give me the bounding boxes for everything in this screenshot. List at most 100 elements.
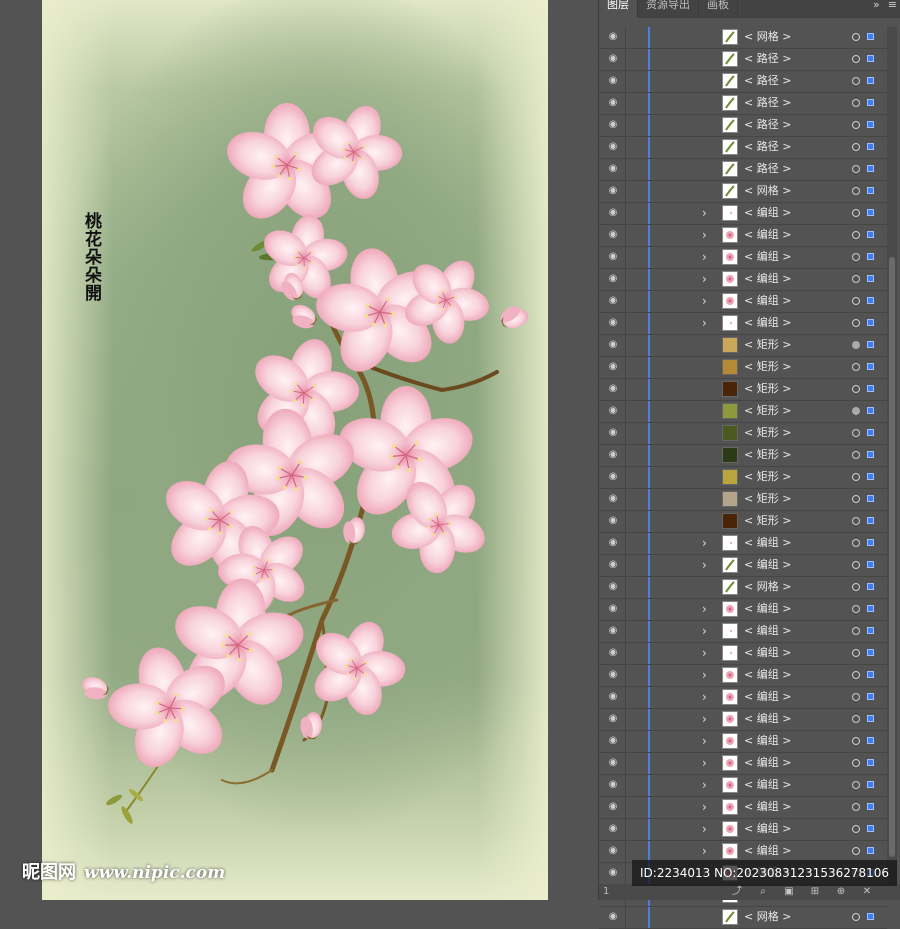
layer-name[interactable]: < 编组 > xyxy=(744,646,791,660)
selection-square-icon[interactable] xyxy=(867,649,874,656)
selection-square-icon[interactable] xyxy=(867,605,874,612)
layer-name[interactable]: < 编组 > xyxy=(744,316,791,330)
layer-name[interactable]: < 矩形 > xyxy=(744,338,791,352)
visibility-eye-icon[interactable]: ◉ xyxy=(607,560,619,570)
chevron-right-icon[interactable]: › xyxy=(702,668,707,682)
layer-row[interactable]: ◉ < 路径 > xyxy=(599,93,887,115)
visibility-eye-icon[interactable]: ◉ xyxy=(607,472,619,482)
chevron-right-icon[interactable]: › xyxy=(702,250,707,264)
visibility-eye-icon[interactable]: ◉ xyxy=(607,318,619,328)
layer-name[interactable]: < 矩形 > xyxy=(744,470,791,484)
layer-row[interactable]: ◉ › < 编组 > xyxy=(599,291,887,313)
layer-name[interactable]: < 编组 > xyxy=(744,734,791,748)
target-circle-icon[interactable] xyxy=(852,495,860,503)
lock-column[interactable] xyxy=(625,335,626,356)
lock-column[interactable] xyxy=(625,467,626,488)
lock-column[interactable] xyxy=(625,643,626,664)
visibility-eye-icon[interactable]: ◉ xyxy=(607,780,619,790)
scrollbar-thumb[interactable] xyxy=(889,257,895,857)
visibility-eye-icon[interactable]: ◉ xyxy=(607,230,619,240)
layer-name[interactable]: < 编组 > xyxy=(744,756,791,770)
selection-square-icon[interactable] xyxy=(867,165,874,172)
layer-name[interactable]: < 矩形 > xyxy=(744,382,791,396)
layer-row[interactable]: ◉ › < 编组 > xyxy=(599,709,887,731)
selection-square-icon[interactable] xyxy=(867,539,874,546)
selection-square-icon[interactable] xyxy=(867,495,874,502)
chevron-right-icon[interactable]: › xyxy=(702,602,707,616)
layer-name[interactable]: < 编组 > xyxy=(744,558,791,572)
layer-row[interactable]: ◉ < 矩形 > xyxy=(599,357,887,379)
lock-column[interactable] xyxy=(625,357,626,378)
lock-column[interactable] xyxy=(625,115,626,136)
layer-name[interactable]: < 编组 > xyxy=(744,822,791,836)
chevron-right-icon[interactable]: › xyxy=(702,646,707,660)
layer-row[interactable]: ◉ < 网格 > xyxy=(599,181,887,203)
target-circle-icon[interactable] xyxy=(852,231,860,239)
layer-row[interactable]: ◉ < 矩形 > xyxy=(599,379,887,401)
visibility-eye-icon[interactable]: ◉ xyxy=(607,714,619,724)
layer-row[interactable]: ◉ < 路径 > xyxy=(599,159,887,181)
target-circle-icon[interactable] xyxy=(852,77,860,85)
layer-row[interactable]: ◉ < 路径 > xyxy=(599,71,887,93)
layer-row[interactable]: ◉ < 矩形 > xyxy=(599,445,887,467)
selection-square-icon[interactable] xyxy=(867,913,874,920)
visibility-eye-icon[interactable]: ◉ xyxy=(607,538,619,548)
target-circle-icon[interactable] xyxy=(852,297,860,305)
selection-square-icon[interactable] xyxy=(867,385,874,392)
hamburger-menu-icon[interactable]: ≡ xyxy=(888,0,897,14)
lock-column[interactable] xyxy=(625,379,626,400)
selection-square-icon[interactable] xyxy=(867,319,874,326)
lock-column[interactable] xyxy=(625,511,626,532)
target-circle-icon[interactable] xyxy=(852,825,860,833)
visibility-eye-icon[interactable]: ◉ xyxy=(607,494,619,504)
lock-column[interactable] xyxy=(625,753,626,774)
target-circle-icon[interactable] xyxy=(852,539,860,547)
chevron-right-icon[interactable]: › xyxy=(702,690,707,704)
lock-column[interactable] xyxy=(625,313,626,334)
layer-row[interactable]: ◉ › < 编组 > xyxy=(599,819,887,841)
lock-column[interactable] xyxy=(625,577,626,598)
layer-row[interactable]: ◉ < 网格 > xyxy=(599,577,887,599)
selection-square-icon[interactable] xyxy=(867,429,874,436)
layer-row[interactable]: ◉ < 路径 > xyxy=(599,137,887,159)
lock-column[interactable] xyxy=(625,181,626,202)
selection-square-icon[interactable] xyxy=(867,561,874,568)
layer-row[interactable]: ◉ › < 编组 > xyxy=(599,203,887,225)
lock-column[interactable] xyxy=(625,599,626,620)
lock-column[interactable] xyxy=(625,71,626,92)
selection-square-icon[interactable] xyxy=(867,275,874,282)
chevron-right-icon[interactable]: › xyxy=(702,624,707,638)
chevron-right-icon[interactable]: › xyxy=(702,316,707,330)
target-circle-icon[interactable] xyxy=(852,407,860,415)
layer-row[interactable]: ◉ › < 编组 > xyxy=(599,731,887,753)
chevron-right-icon[interactable]: › xyxy=(702,206,707,220)
layer-row[interactable]: ◉ < 矩形 > xyxy=(599,423,887,445)
selection-square-icon[interactable] xyxy=(867,297,874,304)
export-icon[interactable]: ⤴ xyxy=(731,886,743,897)
layer-row[interactable]: ◉ < 网格 > xyxy=(599,907,887,929)
lock-column[interactable] xyxy=(625,775,626,796)
layer-name[interactable]: < 路径 > xyxy=(744,96,791,110)
artboard[interactable]: 桃花朵朵開 xyxy=(42,0,548,900)
layer-name[interactable]: < 编组 > xyxy=(744,778,791,792)
target-circle-icon[interactable] xyxy=(852,253,860,261)
visibility-eye-icon[interactable]: ◉ xyxy=(607,626,619,636)
selection-square-icon[interactable] xyxy=(867,253,874,260)
selection-square-icon[interactable] xyxy=(867,363,874,370)
visibility-eye-icon[interactable]: ◉ xyxy=(607,582,619,592)
lock-column[interactable] xyxy=(625,445,626,466)
visibility-eye-icon[interactable]: ◉ xyxy=(607,406,619,416)
layer-name[interactable]: < 路径 > xyxy=(744,52,791,66)
layer-name[interactable]: < 编组 > xyxy=(744,294,791,308)
layer-row[interactable]: ◉ › < 编组 > xyxy=(599,313,887,335)
visibility-eye-icon[interactable]: ◉ xyxy=(607,736,619,746)
layer-row[interactable]: ◉ › < 编组 > xyxy=(599,775,887,797)
lock-column[interactable] xyxy=(625,819,626,840)
visibility-eye-icon[interactable]: ◉ xyxy=(607,912,619,922)
visibility-eye-icon[interactable]: ◉ xyxy=(607,274,619,284)
search-icon[interactable]: ⌕ xyxy=(757,886,769,897)
chevron-right-icon[interactable]: › xyxy=(702,734,707,748)
selection-square-icon[interactable] xyxy=(867,517,874,524)
lock-column[interactable] xyxy=(625,203,626,224)
layer-row[interactable]: ◉ › < 编组 > xyxy=(599,643,887,665)
